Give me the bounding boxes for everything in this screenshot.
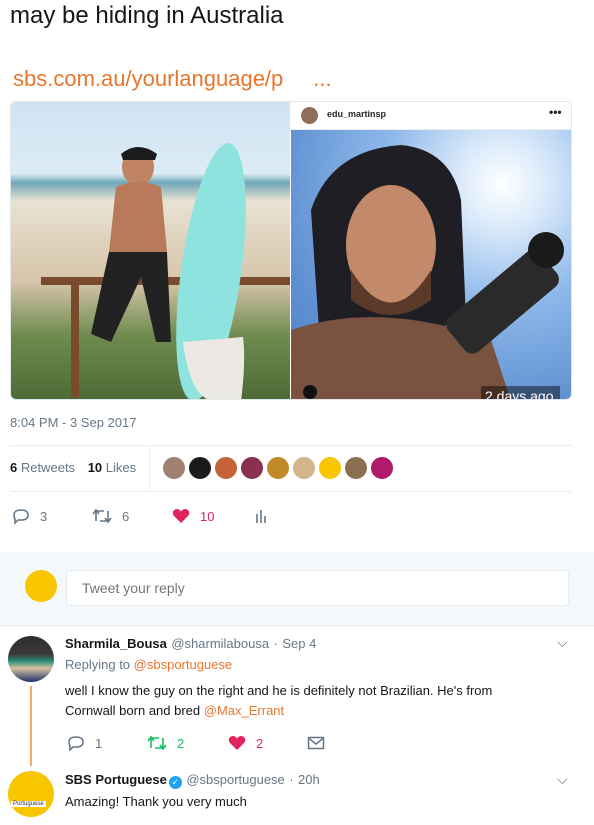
liker-avatar[interactable] xyxy=(162,456,186,480)
reply-header: Sharmila_Bousa @sharmilabousa · Sep 4 xyxy=(65,635,316,653)
instagram-avatar xyxy=(301,107,318,124)
tweet-media[interactable]: edu_martinsp ••• 2 days ago xyxy=(10,101,572,400)
reply-mention[interactable]: @Max_Errant xyxy=(204,703,284,718)
chevron-down-icon[interactable]: ⌵ xyxy=(557,634,568,651)
reply-text: well I know the guy on the right and he … xyxy=(65,681,492,721)
selfie-illustration xyxy=(291,145,564,399)
heart-icon xyxy=(228,736,246,750)
tweet-link-text[interactable]: sbs.com.au/yourlanguage/p xyxy=(13,66,283,91)
retweet-count: 6 xyxy=(122,508,130,524)
photo-time-ago: 2 days ago xyxy=(481,386,560,399)
reply-header: SBS Portuguese ✓ @sbsportuguese · 20h xyxy=(65,771,320,789)
likes-label: Likes xyxy=(105,460,137,475)
retweet-action[interactable]: 6 xyxy=(92,508,129,524)
surfer-photo[interactable] xyxy=(11,102,290,399)
liker-avatar[interactable] xyxy=(344,456,368,480)
reply-author-handle[interactable]: @sbsportuguese xyxy=(186,772,284,787)
reply-author-name[interactable]: Sharmila_Bousa xyxy=(65,636,167,651)
replying-prefix: Replying to xyxy=(65,657,131,672)
retweet-action[interactable]: 2 xyxy=(147,735,184,751)
tweet-link[interactable]: sbs.com.au/yourlanguage/p... xyxy=(13,66,332,92)
retweets-label: Retweets xyxy=(20,460,76,475)
reply-date[interactable]: Sep 4 xyxy=(282,636,316,651)
liker-avatar[interactable] xyxy=(188,456,212,480)
reply-input[interactable] xyxy=(66,570,569,606)
more-icon: ••• xyxy=(549,105,562,119)
meta-separator: · xyxy=(273,636,278,651)
reply-text-line: Cornwall born and bred @Max_Errant xyxy=(65,701,492,721)
retweet-icon xyxy=(147,735,167,751)
heart-icon xyxy=(172,509,190,523)
reply-avatar[interactable] xyxy=(8,636,54,682)
reply-text: Amazing! Thank you very much xyxy=(65,794,247,809)
selfie-photo xyxy=(291,130,571,399)
analytics-icon xyxy=(256,510,266,523)
liker-avatar[interactable] xyxy=(318,456,342,480)
liker-avatar[interactable] xyxy=(214,456,238,480)
tweet-timestamp[interactable]: 8:04 PM - 3 Sep 2017 xyxy=(10,415,136,430)
like-count: 10 xyxy=(200,508,215,524)
reply-count: 1 xyxy=(95,735,103,751)
tweet-text: may be hiding in Australia xyxy=(10,2,284,29)
envelope-icon xyxy=(307,736,325,750)
like-action[interactable]: 10 xyxy=(172,508,214,524)
instagram-username: edu_martinsp xyxy=(327,109,387,119)
meta-separator: · xyxy=(289,772,294,787)
reply-action[interactable]: 1 xyxy=(67,735,102,751)
sbs-avatar[interactable]: Portuguese xyxy=(8,771,54,817)
likers-avatars xyxy=(162,456,396,485)
divider xyxy=(10,491,572,492)
reply-count: 3 xyxy=(40,508,48,524)
user-tag-icon xyxy=(303,385,317,399)
replying-mention[interactable]: @sbsportuguese xyxy=(134,657,232,672)
chevron-down-icon[interactable]: ⌵ xyxy=(557,771,568,788)
tweet-link-ellipsis[interactable]: ... xyxy=(313,66,331,91)
reply-action[interactable]: 3 xyxy=(12,508,47,524)
divider xyxy=(0,625,594,626)
instagram-header: edu_martinsp ••• xyxy=(291,102,571,130)
current-user-avatar xyxy=(25,570,57,602)
avatar-caption: Portuguese xyxy=(11,801,46,807)
retweet-count: 2 xyxy=(177,735,185,751)
instagram-post[interactable]: edu_martinsp ••• xyxy=(291,102,571,399)
reply-date[interactable]: 20h xyxy=(298,772,320,787)
replying-to: Replying to @sbsportuguese xyxy=(65,657,232,672)
liker-avatar[interactable] xyxy=(240,456,264,480)
liker-avatar[interactable] xyxy=(292,456,316,480)
analytics-action[interactable] xyxy=(254,508,278,524)
thread-line xyxy=(30,686,32,766)
liker-avatar[interactable] xyxy=(370,456,394,480)
like-action[interactable]: 2 xyxy=(228,735,263,751)
likes-stat[interactable]: 10 Likes xyxy=(88,460,136,475)
retweets-stat[interactable]: 6 Retweets xyxy=(10,460,75,475)
likes-count: 10 xyxy=(87,460,103,475)
reply-text-part: Cornwall born and bred xyxy=(65,703,201,718)
reply-icon xyxy=(68,736,84,751)
stats-divider xyxy=(149,446,150,490)
reply-text-line: well I know the guy on the right and he … xyxy=(65,683,493,698)
liker-avatar[interactable] xyxy=(266,456,290,480)
surfer-illustration xyxy=(41,143,290,399)
divider xyxy=(10,445,572,446)
retweet-icon xyxy=(92,508,112,524)
reply-author-handle[interactable]: @sharmilabousa xyxy=(171,636,269,651)
retweets-count: 6 xyxy=(10,460,18,475)
reply-icon xyxy=(13,509,29,524)
message-action[interactable] xyxy=(307,735,335,751)
verified-badge-icon: ✓ xyxy=(168,776,182,789)
tweet-stats: 6 Retweets 10 Likes xyxy=(10,460,136,475)
reply-author-name[interactable]: SBS Portuguese xyxy=(65,772,167,787)
like-count: 2 xyxy=(256,735,264,751)
